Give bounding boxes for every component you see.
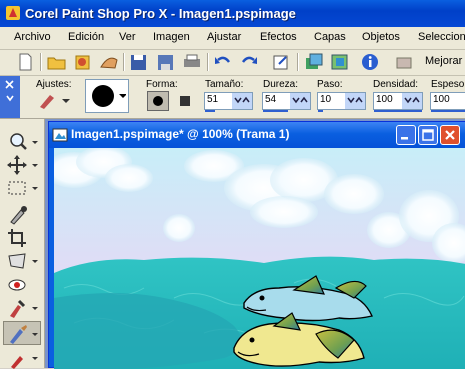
menu-archivo[interactable]: Archivo bbox=[14, 31, 51, 43]
espesor-label: Espesor: bbox=[431, 79, 465, 90]
square-shape-icon[interactable] bbox=[174, 91, 196, 111]
forma-label: Forma: bbox=[146, 79, 178, 90]
red-eye-tool-icon[interactable] bbox=[5, 274, 39, 296]
browse-icon[interactable] bbox=[72, 52, 94, 72]
paint-brush-tool-icon[interactable] bbox=[5, 323, 39, 345]
close-button[interactable] bbox=[440, 125, 460, 145]
toolbar-separator bbox=[207, 53, 209, 71]
import-icon[interactable] bbox=[98, 52, 120, 72]
save-icon[interactable] bbox=[128, 52, 150, 72]
ajustes-label: Ajustes: bbox=[36, 79, 72, 90]
toolbar-separator bbox=[40, 53, 42, 71]
move-tool-icon[interactable] bbox=[5, 154, 39, 176]
close-icon bbox=[445, 130, 455, 140]
densidad-value: 100 bbox=[376, 94, 393, 105]
tamano-label: Tamaño: bbox=[205, 79, 244, 90]
resize-icon[interactable] bbox=[270, 52, 292, 72]
image-window-title: Imagen1.pspimage* @ 100% (Trama 1) bbox=[71, 127, 290, 141]
layers-palette-icon[interactable] bbox=[303, 52, 325, 72]
espesor-input[interactable]: 100 bbox=[430, 92, 465, 112]
spinner-arrows-icon[interactable] bbox=[402, 93, 422, 109]
standard-toolbar: Mejorar f bbox=[0, 50, 465, 76]
spinner-arrows-icon[interactable] bbox=[232, 93, 252, 109]
title-bar: Corel Paint Shop Pro X - Imagen1.pspimag… bbox=[0, 0, 465, 27]
tamano-input[interactable]: 51 bbox=[204, 92, 253, 112]
menu-edicion[interactable]: Edición bbox=[68, 31, 104, 43]
clone-brush-tool-icon[interactable] bbox=[5, 297, 39, 319]
toolbar-separator bbox=[123, 53, 125, 71]
image-canvas[interactable] bbox=[54, 148, 465, 369]
selection-tool-icon[interactable] bbox=[5, 177, 39, 199]
image-window: Imagen1.pspimage* @ 100% (Trama 1) bbox=[48, 121, 465, 369]
tamano-value: 51 bbox=[207, 94, 219, 105]
menu-ver[interactable]: Ver bbox=[119, 31, 136, 43]
dureza-input[interactable]: 54 bbox=[262, 92, 311, 112]
dureza-slider-bar[interactable] bbox=[263, 110, 288, 112]
zoom-tool-icon[interactable] bbox=[5, 131, 39, 153]
paint-shop-pro-icon bbox=[6, 6, 20, 20]
deform-tool-icon[interactable] bbox=[5, 250, 39, 272]
dureza-value: 54 bbox=[265, 94, 277, 105]
materials-palette-icon[interactable] bbox=[329, 52, 351, 72]
paso-value: 10 bbox=[320, 94, 332, 105]
presets-brush-icon[interactable] bbox=[34, 91, 74, 111]
info-icon[interactable] bbox=[359, 52, 381, 72]
crop-tool-icon[interactable] bbox=[5, 227, 39, 249]
menu-capas[interactable]: Capas bbox=[314, 31, 346, 43]
tools-palette bbox=[0, 119, 45, 369]
menu-seleccione[interactable]: Seleccione bbox=[418, 31, 465, 43]
espesor-slider-bar[interactable] bbox=[431, 110, 465, 112]
paso-slider-bar[interactable] bbox=[318, 110, 323, 112]
menu-imagen[interactable]: Imagen bbox=[153, 31, 190, 43]
spinner-arrows-icon[interactable] bbox=[345, 93, 365, 109]
paint-brush-tool-selected[interactable] bbox=[3, 321, 41, 345]
print-icon[interactable] bbox=[181, 52, 203, 72]
dropper-tool-icon[interactable] bbox=[5, 203, 39, 225]
undo-icon[interactable] bbox=[212, 52, 234, 72]
densidad-slider-bar[interactable] bbox=[374, 110, 422, 112]
image-window-titlebar[interactable]: Imagen1.pspimage* @ 100% (Trama 1) bbox=[49, 122, 465, 148]
dureza-label: Dureza: bbox=[263, 79, 299, 90]
tool-options-grip[interactable] bbox=[0, 76, 20, 118]
mejorar-foto-button[interactable]: Mejorar f bbox=[425, 55, 465, 67]
paint-tool-icon[interactable] bbox=[5, 347, 39, 369]
maximize-icon bbox=[422, 129, 434, 141]
maximize-button[interactable] bbox=[418, 125, 438, 145]
redo-icon[interactable] bbox=[238, 52, 260, 72]
new-document-icon[interactable] bbox=[14, 52, 36, 72]
menu-objetos[interactable]: Objetos bbox=[362, 31, 400, 43]
open-folder-icon[interactable] bbox=[46, 52, 68, 72]
round-shape-icon[interactable] bbox=[147, 91, 169, 111]
save-as-icon[interactable] bbox=[155, 52, 177, 72]
paso-label: Paso: bbox=[317, 79, 343, 90]
close-icon[interactable] bbox=[4, 79, 16, 115]
espesor-value: 100 bbox=[433, 94, 450, 105]
paso-input[interactable]: 10 bbox=[317, 92, 366, 112]
menu-ajustar[interactable]: Ajustar bbox=[207, 31, 241, 43]
densidad-label: Densidad: bbox=[373, 79, 419, 90]
brush-tip-icon bbox=[92, 85, 126, 107]
minimize-icon bbox=[401, 137, 408, 140]
minimize-button[interactable] bbox=[396, 125, 416, 145]
menu-bar: Archivo Edición Ver Imagen Ajustar Efect… bbox=[0, 27, 465, 50]
window-title: Corel Paint Shop Pro X - Imagen1.pspimag… bbox=[25, 6, 296, 21]
image-document-icon bbox=[52, 128, 68, 142]
spinner-arrows-icon[interactable] bbox=[290, 93, 310, 109]
brush-tip-preview[interactable] bbox=[85, 79, 129, 113]
enhance-photo-icon[interactable] bbox=[393, 52, 415, 72]
toolbar-separator bbox=[297, 53, 299, 71]
tamano-slider-bar[interactable] bbox=[205, 110, 215, 112]
menu-efectos[interactable]: Efectos bbox=[260, 31, 297, 43]
densidad-input[interactable]: 100 bbox=[373, 92, 423, 112]
